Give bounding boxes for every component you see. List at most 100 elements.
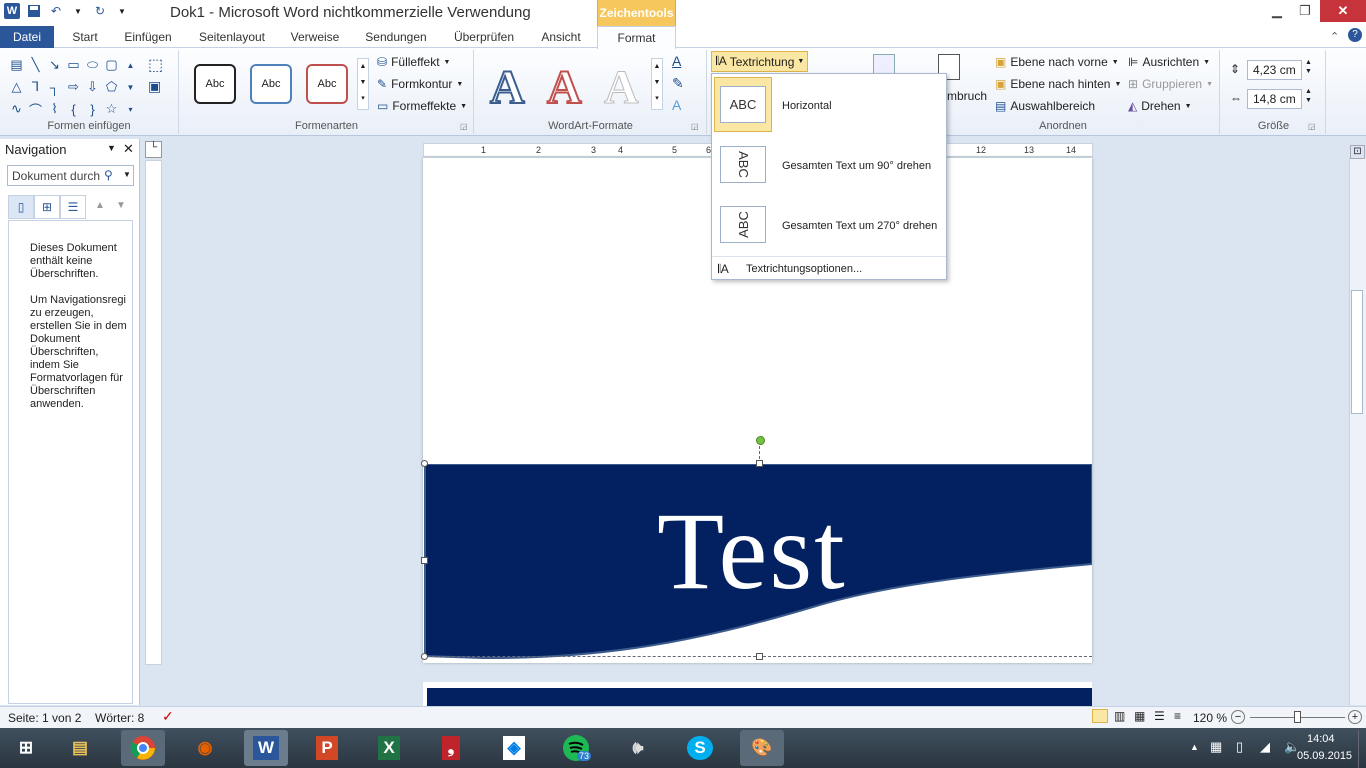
minimize-icon[interactable]: ▁ [1262,0,1292,22]
handle-top[interactable] [756,460,763,467]
star-icon[interactable]: ☆ [102,99,121,119]
nav-down-icon[interactable]: ▼ [116,200,126,211]
tab-mailings[interactable]: Sendungen [362,26,430,48]
handle-left[interactable] [421,557,428,564]
arrow-line-icon[interactable]: ↘ [45,55,64,75]
scroll-thumb[interactable] [1351,290,1363,414]
edit-shape-icon[interactable]: ⬚ [148,55,163,75]
ruler-toggle-icon[interactable]: ⊡ [1350,145,1365,159]
zoom-thumb[interactable] [1294,711,1301,723]
tab-review[interactable]: Überprüfen [450,26,518,48]
shape-gallery[interactable]: ▤ ╲ ↘ ▭ ⬭ ▢ ▲ △ ⅂ ┐ ⇨ ⇩ ⬠ ▼ ∿ ⌒ ⌇{} ☆ ▾ [7,55,140,119]
styles-scroll[interactable]: ▲ ▼ ▾ [357,58,369,110]
tab-format[interactable]: Format [597,26,676,49]
speaker-app-icon[interactable]: 🕪 [616,730,660,766]
connector-icon[interactable]: ⅂ [26,77,45,97]
effects-button[interactable]: ▭ Formeffekte ▼ [377,96,467,116]
triangle-icon[interactable]: △ [7,77,26,97]
nav-up-icon[interactable]: ▲ [95,200,105,211]
clock-date[interactable]: 05.09.2015 [1297,750,1352,762]
elbow-icon[interactable]: ┐ [45,77,64,97]
tray-battery-icon[interactable]: ▯ [1236,739,1243,755]
firefox-icon[interactable]: ◉ [183,730,227,766]
line-icon[interactable]: ╲ [26,55,45,75]
arc-icon[interactable]: ⌒ [26,99,45,119]
undo-dropdown-icon[interactable]: ▼ [70,3,86,19]
help-icon[interactable]: ? [1348,28,1362,42]
headings-view-icon[interactable]: ▯ [8,195,34,219]
tab-file[interactable]: Datei [0,26,54,48]
handle-bl[interactable] [421,653,428,660]
zoom-in-icon[interactable]: + [1348,710,1362,724]
fullscreen-reading-icon[interactable]: ▥ [1114,709,1125,723]
redo-icon[interactable]: ↻ [92,3,108,19]
fill-button[interactable]: ⛁ Fülleffekt ▼ [377,52,450,72]
menu-rotate-90[interactable]: Gesamten Text um 90° drehen [782,160,931,172]
zoom-out-icon[interactable]: − [1231,710,1245,724]
text-effects-icon[interactable]: A [672,97,681,113]
wordart-scroll[interactable]: ▲ ▼ ▾ [651,58,663,110]
rounded-rect-icon[interactable]: ▢ [102,55,121,75]
text-direction-button[interactable]: 𝄃A Textrichtung ▼ [711,51,808,72]
word-count[interactable]: Wörter: 8 [95,711,144,725]
curve-icon[interactable]: ∿ [7,99,26,119]
tray-signal-icon[interactable]: ◢ [1260,739,1270,755]
height-field[interactable]: 4,23 cm [1247,60,1302,80]
tab-start[interactable]: Start [66,26,104,48]
styles-launcher-icon[interactable]: ◲ [460,122,468,131]
chrome-icon[interactable] [121,730,165,766]
nav-search-input[interactable]: Dokument durch [7,165,134,186]
selection-pane-button[interactable]: ▤ Auswahlbereich [995,96,1095,116]
rectangle-icon[interactable]: ▭ [64,55,83,75]
wordart-red-icon[interactable]: A [546,60,583,115]
handle-tl[interactable] [421,460,428,467]
textbox-icon[interactable]: ▤ [7,55,26,75]
save-icon[interactable] [26,3,42,19]
text-outline-icon[interactable]: ✎ [672,75,684,92]
align-button[interactable]: ⊫ Ausrichten ▼ [1128,52,1210,72]
draft-view-icon[interactable]: ≡ [1174,709,1181,723]
handle-bottom[interactable] [756,653,763,660]
zoom-level[interactable]: 120 % [1193,711,1227,725]
wordart-launcher-icon[interactable]: ◲ [691,122,699,131]
outline-view-icon[interactable]: ☰ [1154,709,1165,723]
print-layout-icon[interactable] [1092,709,1108,723]
results-view-icon[interactable]: ☰ [60,195,86,219]
spotify-icon[interactable] [554,730,598,766]
send-backward-button[interactable]: ▣ Ebene nach hinten ▼ [995,74,1121,94]
vertical-scrollbar[interactable] [1349,158,1366,705]
file-explorer-icon[interactable]: ▤ [58,730,102,766]
skype-icon[interactable]: S [678,730,722,766]
search-icon[interactable]: ⚲ [104,168,113,182]
draw-textbox-icon[interactable]: ▣ [148,78,161,95]
freeform-icon[interactable]: ⌇ [45,99,64,119]
paint-icon[interactable]: 🎨 [740,730,784,766]
rotate-90-icon[interactable]: ABC [720,146,766,183]
menu-rotate-270[interactable]: Gesamten Text um 270° drehen [782,220,937,232]
nav-options-icon[interactable]: ▼ [107,143,116,153]
tray-network-icon[interactable]: ▦ [1210,739,1222,755]
tab-insert[interactable]: Einfügen [118,26,178,48]
tab-selector-icon[interactable]: └ [145,141,162,158]
horizontal-icon[interactable]: ABC [720,86,766,123]
powerpoint-icon[interactable]: P [305,730,349,766]
tab-view[interactable]: Ansicht [537,26,585,48]
brace-left-icon[interactable]: { [64,99,83,119]
rotate-button[interactable]: ◭ Drehen ▼ [1128,96,1192,116]
gallery-down-icon[interactable]: ▼ [121,77,140,97]
ribbon-minimize-icon[interactable]: ⌃ [1330,30,1339,43]
rotate-270-icon[interactable]: ABC [720,206,766,243]
excel-icon[interactable]: X [367,730,411,766]
style-sample-black[interactable]: Abc [194,64,236,104]
show-desktop[interactable] [1358,730,1366,768]
start-windows-icon[interactable]: ⊞ [4,730,48,766]
pdf-icon[interactable]: ❟ [429,730,473,766]
wrap-text-label[interactable]: mbruch [947,89,987,103]
oval-icon[interactable]: ⬭ [83,55,102,75]
wordart-gray-icon[interactable]: A [604,60,640,115]
style-sample-blue[interactable]: Abc [250,64,292,104]
right-arrow-icon[interactable]: ⇨ [64,77,83,97]
text-fill-icon[interactable]: A [672,53,681,69]
web-layout-icon[interactable]: ▦ [1134,709,1145,723]
shape-text[interactable]: Test [657,488,847,615]
